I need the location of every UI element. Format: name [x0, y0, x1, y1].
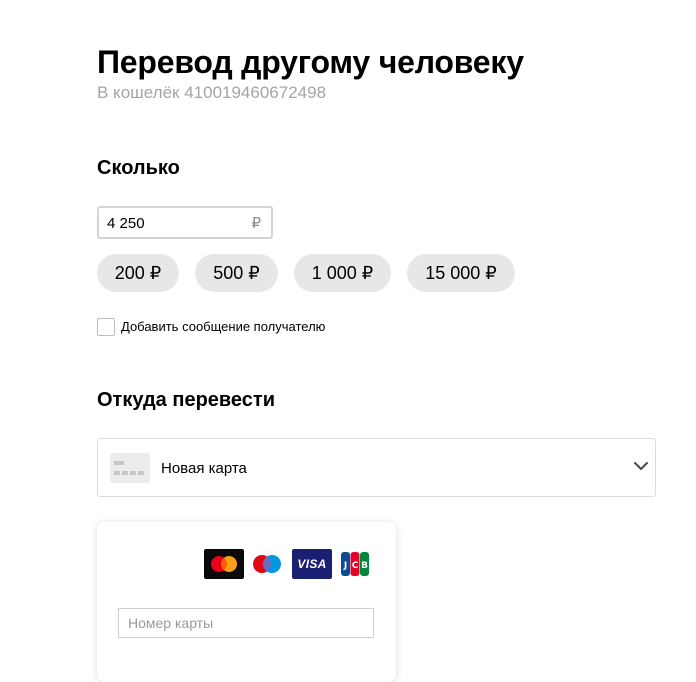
preset-500-button[interactable]: 500 ₽ [195, 254, 278, 292]
card-icon [110, 453, 150, 483]
payment-source-select[interactable]: Новая карта [97, 438, 656, 497]
jcb-logo: J C B [340, 549, 370, 579]
maestro-logo [248, 549, 286, 579]
mastercard-logo [204, 549, 244, 579]
amount-field[interactable]: ₽ [97, 206, 273, 239]
preset-15000-button[interactable]: 15 000 ₽ [407, 254, 515, 292]
amount-heading: Сколько [97, 157, 180, 179]
new-card-form: VISA J C B [97, 522, 396, 682]
visa-logo: VISA [292, 549, 332, 579]
page-title: Перевод другому человеку [97, 44, 524, 80]
ruble-sign: ₽ [251, 215, 261, 232]
wallet-subtitle: В кошелёк 410019460672498 [97, 83, 327, 102]
source-heading: Откуда перевести [97, 389, 276, 411]
svg-text:J: J [343, 561, 347, 571]
selected-source-label: Новая карта [161, 460, 247, 477]
chevron-down-icon[interactable] [633, 460, 649, 472]
svg-text:C: C [352, 561, 359, 571]
amount-input[interactable] [107, 212, 237, 234]
add-message-checkbox[interactable] [97, 318, 115, 336]
svg-text:B: B [361, 561, 368, 571]
card-number-input[interactable] [118, 608, 374, 638]
preset-200-button[interactable]: 200 ₽ [97, 254, 179, 292]
preset-1000-button[interactable]: 1 000 ₽ [294, 254, 391, 292]
add-message-label[interactable]: Добавить сообщение получателю [121, 319, 325, 335]
